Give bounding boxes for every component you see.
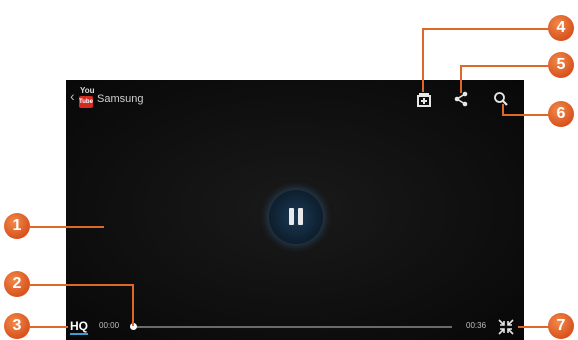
player-top-bar: ‹ You Tube Samsung: [66, 80, 524, 118]
callout-line-5b: [460, 65, 462, 93]
elapsed-time: 00:00: [99, 321, 120, 330]
back-icon[interactable]: ‹: [70, 89, 75, 103]
callout-badge-5: 5: [548, 52, 574, 78]
callout-badge-1: 1: [4, 213, 30, 239]
callout-line-2: [30, 284, 134, 286]
callout-line-6b: [502, 104, 504, 116]
callout-line-5: [460, 65, 558, 67]
channel-name: Samsung: [97, 93, 144, 105]
callout-badge-7: 7: [548, 313, 574, 339]
callout-line-3: [30, 326, 68, 328]
progress-track[interactable]: [132, 326, 452, 328]
callout-line-1: [30, 226, 104, 228]
pause-icon: [289, 208, 294, 225]
callout-badge-6: 6: [548, 101, 574, 127]
total-duration: 00:36: [466, 321, 487, 330]
callout-badge-3: 3: [4, 313, 30, 339]
callout-badge-2: 2: [4, 271, 30, 297]
pause-button[interactable]: [269, 190, 323, 244]
youtube-logo-you: You: [80, 86, 95, 95]
exit-fullscreen-icon[interactable]: [498, 319, 514, 335]
callout-line-4: [422, 28, 558, 30]
callout-line-4b: [422, 28, 424, 92]
callout-badge-4: 4: [548, 15, 574, 41]
add-to-playlist-icon[interactable]: [415, 90, 433, 108]
youtube-logo-tube: Tube: [79, 96, 93, 108]
video-player[interactable]: ‹ You Tube Samsung HQ 00:00 00:36: [66, 80, 524, 340]
callout-line-2b: [132, 284, 134, 326]
hq-button[interactable]: HQ: [70, 319, 88, 333]
search-icon[interactable]: [492, 90, 510, 108]
youtube-logo: You Tube: [79, 86, 95, 110]
hq-indicator: [70, 333, 88, 335]
